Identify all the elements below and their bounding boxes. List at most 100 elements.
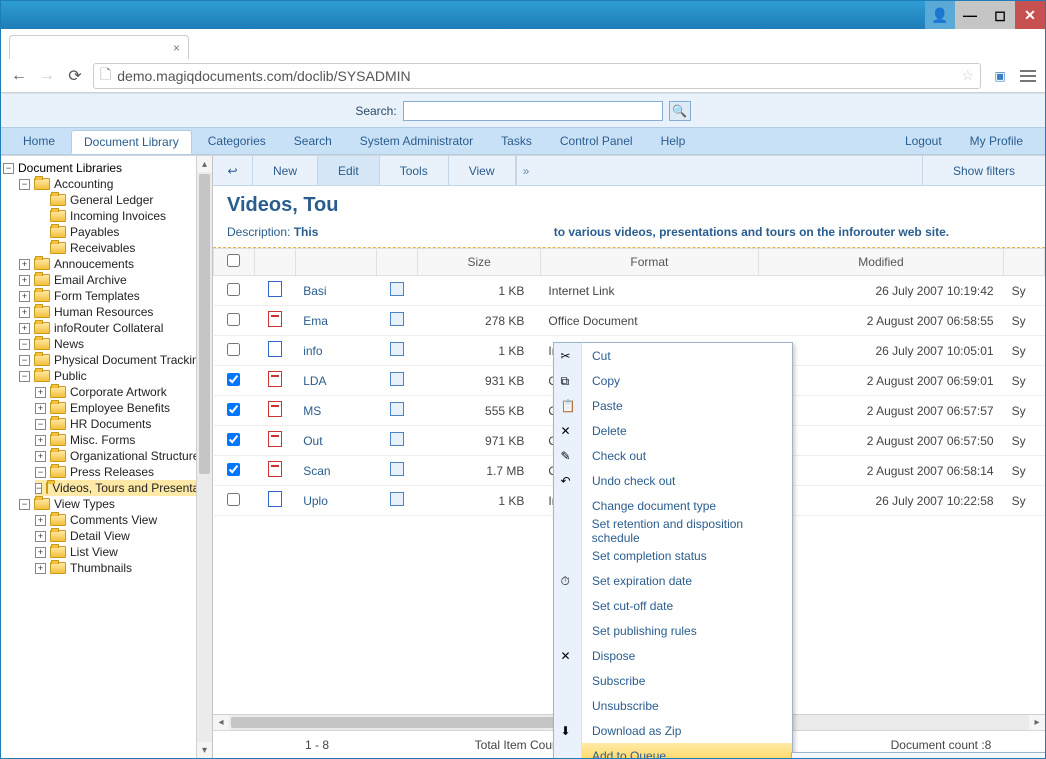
context-menu-item[interactable]: ⏱Set expiration date	[554, 568, 792, 593]
row-checkbox[interactable]	[227, 373, 240, 386]
tree-node[interactable]: −News	[19, 336, 212, 352]
cell-name[interactable]: Uplo	[295, 486, 377, 516]
menu-home[interactable]: Home	[11, 130, 67, 152]
context-menu-item[interactable]: ✕Dispose	[554, 643, 792, 668]
col-owner[interactable]	[1004, 249, 1045, 276]
row-checkbox[interactable]	[227, 283, 240, 296]
context-menu-item[interactable]: Change document type	[554, 493, 792, 518]
tree-node[interactable]: −Accounting	[19, 176, 212, 192]
tree-node[interactable]: +Email Archive	[19, 272, 212, 288]
tree-node[interactable]: +Annoucements	[19, 256, 212, 272]
download-icon[interactable]	[390, 282, 404, 296]
cell-name[interactable]: Ema	[295, 306, 377, 336]
menu-system-administrator[interactable]: System Administrator	[348, 130, 485, 152]
context-menu-item[interactable]: ⧉Copy	[554, 368, 792, 393]
tab-close-icon[interactable]: ×	[173, 41, 180, 55]
tree-node[interactable]: Receivables	[35, 240, 212, 256]
browser-menu-button[interactable]	[1019, 70, 1037, 82]
tree-node[interactable]: Payables	[35, 224, 212, 240]
tree-root[interactable]: −Document Libraries	[3, 160, 212, 176]
download-icon[interactable]	[390, 312, 404, 326]
tree-node[interactable]: +Thumbnails	[35, 560, 212, 576]
tree-node[interactable]: −Videos, Tours and Presentations	[35, 480, 212, 496]
extension-button[interactable]: ▣	[989, 65, 1011, 87]
tree-node[interactable]: General Ledger	[35, 192, 212, 208]
maximize-button[interactable]: ◻	[985, 1, 1015, 29]
context-menu-item[interactable]: ✕Delete	[554, 418, 792, 443]
search-button[interactable]: 🔍	[669, 101, 691, 121]
table-row[interactable]: Basi1 KBInternet Link26 July 2007 10:19:…	[214, 276, 1045, 306]
cell-name[interactable]: Out	[295, 426, 377, 456]
context-menu-item[interactable]: Set cut-off date	[554, 593, 792, 618]
context-menu-item[interactable]: ⬇Download as Zip	[554, 718, 792, 743]
menu-my-profile[interactable]: My Profile	[958, 130, 1035, 152]
tree-expander-icon[interactable]: −	[35, 483, 42, 494]
cell-name[interactable]: LDA	[295, 366, 377, 396]
forward-button[interactable]: →	[37, 66, 57, 86]
tree-expander-icon[interactable]	[35, 227, 46, 238]
tree-scrollbar[interactable]: ▴▾	[196, 156, 212, 758]
row-checkbox[interactable]	[227, 313, 240, 326]
download-icon[interactable]	[390, 342, 404, 356]
col-modified[interactable]: Modified	[758, 249, 1003, 276]
context-menu-item[interactable]: ✂Cut	[554, 343, 792, 368]
back-button[interactable]: ←	[9, 66, 29, 86]
tree-expander-icon[interactable]: −	[19, 339, 30, 350]
tree-expander-icon[interactable]: +	[35, 531, 46, 542]
tree-expander-icon[interactable]: −	[19, 499, 30, 510]
toolbar-new[interactable]: New	[253, 156, 318, 185]
tree-expander-icon[interactable]: −	[35, 467, 46, 478]
tree-expander-icon[interactable]: −	[3, 163, 14, 174]
row-checkbox[interactable]	[227, 493, 240, 506]
download-icon[interactable]	[390, 402, 404, 416]
tree-expander-icon[interactable]: +	[35, 435, 46, 446]
tree-node[interactable]: −Physical Document Tracking	[19, 352, 212, 368]
cell-name[interactable]: Scan	[295, 456, 377, 486]
tree-expander-icon[interactable]: +	[35, 403, 46, 414]
context-menu-item[interactable]: Set publishing rules	[554, 618, 792, 643]
tree-expander-icon[interactable]: +	[19, 259, 30, 270]
tree-expander-icon[interactable]: −	[35, 419, 46, 430]
context-menu-item[interactable]: Unsubscribe	[554, 693, 792, 718]
tree-expander-icon[interactable]: +	[35, 547, 46, 558]
search-input[interactable]	[403, 101, 663, 121]
tree-node[interactable]: +Comments View	[35, 512, 212, 528]
tree-node[interactable]: +Organizational Structure	[35, 448, 212, 464]
tree-expander-icon[interactable]	[35, 243, 46, 254]
tree-expander-icon[interactable]	[35, 195, 46, 206]
tree-expander-icon[interactable]: +	[19, 291, 30, 302]
download-icon[interactable]	[390, 492, 404, 506]
cell-name[interactable]: Basi	[295, 276, 377, 306]
tree-node[interactable]: Incoming Invoices	[35, 208, 212, 224]
toolbar-edit[interactable]: Edit	[318, 156, 380, 185]
context-menu-item[interactable]: Set completion status	[554, 543, 792, 568]
tree-node[interactable]: +Human Resources	[19, 304, 212, 320]
tree-expander-icon[interactable]: −	[19, 371, 30, 382]
table-row[interactable]: Ema278 KBOffice Document2 August 2007 06…	[214, 306, 1045, 336]
context-menu-item[interactable]: ✎Check out	[554, 443, 792, 468]
row-checkbox[interactable]	[227, 433, 240, 446]
row-checkbox[interactable]	[227, 403, 240, 416]
tree-node[interactable]: −HR Documents	[35, 416, 212, 432]
col-format[interactable]: Format	[540, 249, 758, 276]
menu-tasks[interactable]: Tasks	[489, 130, 544, 152]
tree-expander-icon[interactable]: −	[19, 355, 30, 366]
tree-node[interactable]: +Misc. Forms	[35, 432, 212, 448]
menu-categories[interactable]: Categories	[196, 130, 278, 152]
download-icon[interactable]	[390, 462, 404, 476]
col-size[interactable]: Size	[418, 249, 541, 276]
tree-expander-icon[interactable]: +	[35, 387, 46, 398]
menu-help[interactable]: Help	[649, 130, 698, 152]
context-menu-item[interactable]: 📋Paste	[554, 393, 792, 418]
tree-node[interactable]: +Detail View	[35, 528, 212, 544]
tree-expander-icon[interactable]: +	[19, 307, 30, 318]
context-menu-item[interactable]: Add to Queue	[554, 743, 792, 758]
url-input[interactable]: 🗋 demo.magiqdocuments.com/doclib/SYSADMI…	[93, 63, 981, 89]
browser-tab[interactable]: ×	[9, 35, 189, 59]
tree-pane[interactable]: −Document Libraries−AccountingGeneral Le…	[1, 156, 213, 758]
tree-node[interactable]: +List View	[35, 544, 212, 560]
tree-node[interactable]: +infoRouter Collateral	[19, 320, 212, 336]
menu-logout[interactable]: Logout	[893, 130, 954, 152]
tree-expander-icon[interactable]: +	[35, 515, 46, 526]
tree-node[interactable]: −View Types	[19, 496, 212, 512]
